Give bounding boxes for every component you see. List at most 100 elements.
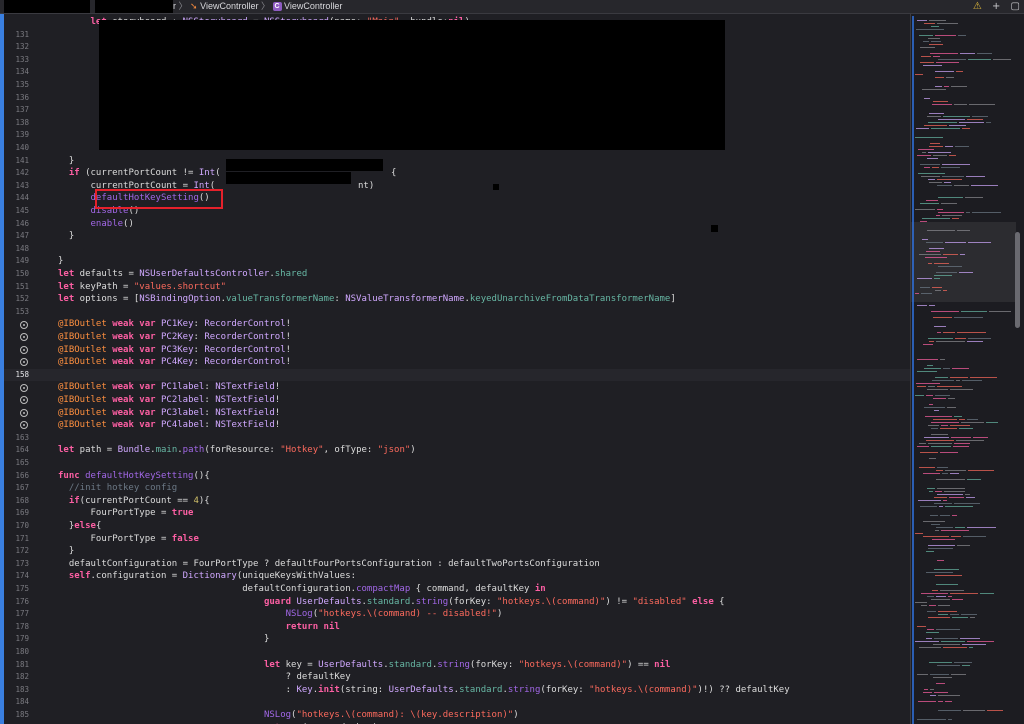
- outlet-connection-icon[interactable]: [20, 320, 28, 329]
- code-line[interactable]: 174 self.configuration = Dictionary(uniqu…: [4, 570, 910, 583]
- minimap-line: [920, 452, 938, 453]
- code-line[interactable]: 142 if (currentPortCount != Int(: [4, 167, 910, 180]
- code-line[interactable]: 170}else{: [4, 520, 910, 533]
- code-text: let options = [NSBindingOption.valueTran…: [58, 294, 676, 305]
- code-line[interactable]: 175 defaultConfiguration.compactMap { com…: [4, 583, 910, 596]
- code-line[interactable]: @IBOutlet weak var PC1label: NSTextField…: [4, 381, 910, 394]
- code-line[interactable]: 179}: [4, 633, 910, 646]
- line-number: 163: [15, 432, 29, 442]
- minimap-line: [935, 395, 950, 396]
- code-line[interactable]: 148: [4, 243, 910, 256]
- minimap-line: [954, 104, 967, 105]
- minimap-line: [939, 506, 943, 507]
- code-line[interactable]: @IBOutlet weak var PC1Key: RecorderContr…: [4, 318, 910, 331]
- line-number: 177: [15, 609, 29, 619]
- outlet-connection-icon[interactable]: [20, 396, 28, 405]
- code-line[interactable]: 177 NSLog("hotkeys.\(command) -- disabled…: [4, 608, 910, 621]
- minimap-line: [917, 278, 932, 279]
- add-icon[interactable]: +: [992, 1, 1000, 12]
- breadcrumb-item-project[interactable]: r: [173, 1, 176, 11]
- minimap-line: [922, 89, 946, 90]
- minimap-line: [972, 116, 988, 117]
- minimap-line: [927, 389, 948, 390]
- minimap-line: [947, 407, 956, 408]
- minimap-line: [916, 29, 944, 30]
- line-number: 170: [15, 521, 29, 530]
- code-line[interactable]: 152 let options = [NSBindingOption.valueT…: [4, 293, 910, 306]
- code-line[interactable]: 176 guard UserDefaults.standard.string(fo…: [4, 596, 910, 609]
- code-line[interactable]: 149}: [4, 255, 910, 268]
- code-editor[interactable]: let storyboard : NSStoryboard = NSStoryb…: [4, 14, 910, 724]
- minimap-line: [959, 419, 965, 420]
- code-line[interactable]: 158: [4, 368, 910, 382]
- code-line[interactable]: 164 let path = Bundle.main.path(forResour…: [4, 444, 910, 457]
- code-line[interactable]: 184: [4, 696, 910, 709]
- code-line[interactable]: 168 if(currentPortCount == 4){: [4, 495, 910, 508]
- line-number: 172: [15, 546, 29, 556]
- code-line[interactable]: 181 let key = UserDefaults.standard.strin…: [4, 659, 910, 672]
- breadcrumb-item-file[interactable]: ViewController: [200, 1, 258, 11]
- code-line[interactable]: 165: [4, 457, 910, 470]
- code-line[interactable]: 167 //init hotkey config: [4, 482, 910, 495]
- minimap-line: [949, 125, 966, 126]
- code-line[interactable]: 185 NSLog("hotkeys.\(command): \(key.desc…: [4, 709, 910, 722]
- minimap-line: [928, 386, 935, 387]
- code-line[interactable]: @IBOutlet weak var PC3label: NSTextField…: [4, 407, 910, 420]
- minimap-viewport[interactable]: [911, 222, 1016, 302]
- code-line[interactable]: 183: Key.init(string: UserDefaults.stand…: [4, 684, 910, 697]
- minimap-line: [956, 380, 960, 381]
- code-line[interactable]: @IBOutlet weak var PC2label: NSTextField…: [4, 394, 910, 407]
- code-line[interactable]: @IBOutlet weak var PC4Key: RecorderContr…: [4, 356, 910, 369]
- code-line[interactable]: 147}: [4, 230, 910, 243]
- code-text: }: [263, 634, 270, 645]
- minimap-line: [934, 692, 948, 693]
- outlet-connection-icon[interactable]: [20, 333, 28, 342]
- code-line[interactable]: 153: [4, 306, 910, 319]
- code-line[interactable]: 180: [4, 646, 910, 659]
- code-line[interactable]: 146 enable(): [4, 218, 910, 231]
- code-line[interactable]: 173 defaultConfiguration = FourPortType ?…: [4, 558, 910, 571]
- minimap-line: [938, 605, 950, 606]
- minimap-line: [989, 311, 1011, 312]
- minimap-line: [937, 23, 958, 24]
- warning-icon[interactable]: ⚠: [973, 1, 982, 12]
- code-line[interactable]: 172}: [4, 545, 910, 558]
- minimap-line: [924, 23, 935, 24]
- code-line[interactable]: 163: [4, 432, 910, 445]
- outlet-connection-icon[interactable]: [20, 408, 28, 417]
- minimap-line: [917, 626, 926, 627]
- minimap-line: [941, 530, 969, 531]
- minimap-line: [940, 452, 958, 453]
- minimap-line: [945, 506, 973, 507]
- minimap-line: [937, 179, 962, 180]
- line-number: 166: [15, 470, 29, 480]
- code-text: return nil: [285, 621, 340, 632]
- code-line[interactable]: @IBOutlet weak var PC4label: NSTextField…: [4, 419, 910, 432]
- minimap-line: [926, 251, 940, 252]
- outlet-connection-icon[interactable]: [20, 358, 28, 367]
- split-editor-icon[interactable]: ▢: [1011, 1, 1020, 12]
- code-line[interactable]: 178 return nil: [4, 621, 910, 634]
- minimap-line: [937, 209, 943, 210]
- code-line[interactable]: @IBOutlet weak var PC3Key: RecorderContr…: [4, 344, 910, 357]
- scrollbar-thumb[interactable]: [1015, 232, 1020, 328]
- code-line[interactable]: 182 ? defaultKey: [4, 671, 910, 684]
- outlet-connection-icon[interactable]: [20, 421, 28, 430]
- code-line[interactable]: @IBOutlet weak var PC2Key: RecorderContr…: [4, 331, 910, 344]
- breadcrumb-item-symbol[interactable]: ViewController: [284, 1, 342, 11]
- minimap-line: [920, 506, 937, 507]
- minimap-line: [969, 647, 973, 648]
- code-line[interactable]: 171 FourPortType = false: [4, 533, 910, 546]
- code-line[interactable]: 166 func defaultHotKeySetting(){: [4, 470, 910, 483]
- minimap-line: [931, 524, 940, 525]
- code-line[interactable]: 141}: [4, 155, 910, 168]
- code-line[interactable]: 150 let defaults = NSUserDefaultsControll…: [4, 268, 910, 281]
- minimap[interactable]: [911, 14, 1024, 724]
- outlet-connection-icon[interactable]: [20, 383, 28, 392]
- code-line[interactable]: 151 let keyPath = "values.shortcut": [4, 281, 910, 294]
- minimap-line: [934, 278, 940, 279]
- code-line[interactable]: 169 FourPortType = true: [4, 507, 910, 520]
- outlet-connection-icon[interactable]: [20, 345, 28, 354]
- minimap-line: [945, 470, 966, 471]
- minimap-line: [917, 371, 937, 372]
